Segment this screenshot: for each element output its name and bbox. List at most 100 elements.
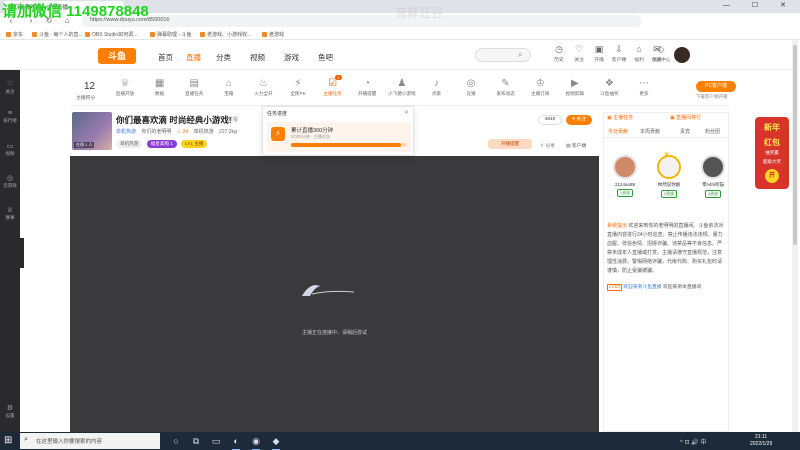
toolbar-item[interactable]: ▦ 数据 [145, 78, 175, 97]
toolbar-item[interactable]: ⚡ 全民PK [283, 78, 313, 97]
search-input[interactable] [475, 48, 531, 62]
toolbar-item-label: 直播开放 [115, 91, 135, 96]
sidebar-item-follow[interactable]: ♡ 关注 [0, 80, 20, 95]
taskbar-search-input[interactable]: 在这里输入你要搜索的内容 [20, 433, 160, 449]
welcome-message: LV10 欢迎来到斗鱼直播 欢迎来到本直播间 [607, 284, 702, 291]
tab-week[interactable]: 本周贡献 [640, 128, 660, 135]
toolbar-item[interactable]: ◔ 开播提醒 [352, 78, 382, 97]
tab-today[interactable]: 今日贡献 [608, 128, 628, 135]
music-icon: ♪ [433, 78, 439, 89]
douyu-app-icon[interactable]: ◆ [270, 435, 282, 450]
sidebar-item-ranking[interactable]: ≡ 排行榜 [0, 110, 20, 124]
popup-title: 任务进度 [267, 111, 288, 117]
nav-home[interactable]: 首页 [158, 52, 173, 63]
rank-item[interactable]: 2124ao88 1贵族 [610, 155, 640, 197]
follow-button[interactable]: ♥ 关注 [566, 115, 592, 125]
share-button[interactable]: ⇪ 分享 [540, 142, 555, 149]
toolbar-item[interactable]: ♨ 火力全开 [248, 78, 278, 97]
task-view-icon[interactable]: ⧉ [190, 435, 202, 447]
toolbar-item-label: 火力全开 [254, 91, 273, 96]
cortana-icon[interactable]: ○ [170, 435, 182, 447]
new-year-promo[interactable]: 新年 红包 抽奖赢 超级大奖 开 [755, 117, 789, 189]
pc-client-sub[interactable]: 下载客户端开播 [696, 94, 728, 100]
bookmark-item[interactable]: 老游戏、小游戏收... [200, 31, 251, 38]
file-explorer-icon[interactable]: ▭ [210, 435, 222, 447]
sidebar-item-video[interactable]: ▭ 视频 [0, 142, 20, 157]
clock[interactable]: 21:11 2022/1/29 [750, 434, 772, 448]
toolbar-item-label: 斗鱼抽奖 [600, 91, 619, 96]
nav-game[interactable]: 游戏 [284, 52, 299, 63]
toolbar-item-label: 发布动态 [496, 91, 515, 96]
task-card[interactable]: ⚡ 累计直播300分钟 0/300分钟 · 主播任务 [267, 122, 411, 152]
room-title: 你们最喜欢滴 时尚经典小游戏! [116, 115, 232, 125]
bookmark-item[interactable]: 老游戏 [262, 31, 284, 38]
anchor-task-badge[interactable]: ▣ 主播任务 [607, 114, 633, 121]
loading-spinner-icon [302, 285, 355, 296]
streamer-name[interactable]: 你们的老明明 [141, 129, 171, 135]
nav-video[interactable]: 视频 [250, 52, 265, 63]
edge-icon[interactable]: ◐ [230, 435, 242, 450]
rank-item[interactable]: 林然说你娘 2贵族 [654, 155, 684, 198]
reserve-button[interactable]: 开播提醒 [488, 139, 532, 149]
bookmark-item[interactable]: OBS Studio如何调... [85, 31, 137, 38]
toolbar-item[interactable]: ♪ 点歌 [421, 78, 451, 97]
toolbar-item[interactable]: ◎ 竞猜 [456, 78, 486, 97]
nav-live[interactable]: 直播 [186, 52, 201, 63]
bookmark-item[interactable]: 斗鱼 - 每个人的直... [32, 31, 83, 38]
trophy-icon: ♕ [120, 78, 130, 89]
room-rank-badge[interactable]: ▣ 直播间排行 [670, 114, 701, 121]
tag-fanclub[interactable]: 福星高照 1 [146, 140, 177, 148]
toolbar-item[interactable]: ♔ 主播订阅 [525, 78, 555, 97]
rank-item[interactable]: 零n4hi阿猫 3贵族 [698, 155, 728, 198]
douyu-logo[interactable]: 斗鱼 [98, 48, 136, 64]
game-icon: ♟ [397, 78, 407, 89]
task-progress-popup: 任务进度 ✕ ⚡ 累计直播300分钟 0/300分钟 · 主播任务 [262, 106, 414, 156]
tab-vip[interactable]: 贵宾 [680, 128, 690, 135]
history-icon[interactable]: ◷ 历史 [548, 44, 570, 63]
tag-level[interactable]: LV1 主播 [181, 140, 208, 148]
toolbar-item-label: 竞猜 [466, 91, 476, 96]
heart-icon[interactable]: ♡ 关注 [568, 44, 590, 63]
tag-category[interactable]: 单机热游 [116, 140, 143, 148]
diamond-icon[interactable]: ◇ 会员中心 [650, 44, 672, 63]
toolbar-item[interactable]: ♕ 直播开放 [110, 78, 140, 97]
toolbar-item[interactable]: ⌂ 宝箱 [214, 78, 244, 97]
obs-icon[interactable]: ◉ [250, 435, 262, 450]
live-icon[interactable]: ▣ 开播 [588, 44, 610, 63]
toolbar-item[interactable]: ▤ 直播任务 [179, 78, 209, 97]
pc-client-button[interactable]: PC客户端 [696, 81, 736, 92]
scrollbar-thumb[interactable] [793, 45, 797, 245]
avatar[interactable] [674, 47, 690, 63]
window-controls[interactable]: — ☐ ✕ [723, 1, 796, 9]
download-icon[interactable]: ⇩ 客户端 [608, 44, 630, 63]
nav-fishbar[interactable]: 鱼吧 [318, 52, 333, 63]
search-icon[interactable]: ⌕ [518, 50, 522, 60]
url-field[interactable]: https://www.douyu.com/8500016 [82, 15, 642, 27]
report-link[interactable]: 举报 [228, 116, 238, 123]
sidebar-item-events[interactable]: ♕ 赛事 [0, 206, 20, 221]
toolbar-item[interactable]: ❖ 斗鱼抽奖 [594, 78, 624, 97]
toolbar-item[interactable]: ✎ 发布动态 [491, 78, 521, 97]
sidebar-item-cloudgame[interactable]: ◎ 云游戏 [0, 174, 20, 189]
toolbar-item-label: 主播订阅 [530, 91, 550, 96]
toolbar-item-label: 数据 [154, 91, 165, 96]
streamer-avatar[interactable]: 在线 1 人 [72, 112, 112, 150]
open-button[interactable]: 开 [765, 169, 779, 183]
bookmark-item[interactable]: 弹幕助理 - 斗鱼 [150, 31, 191, 38]
windows-start-icon[interactable]: ⊞ [4, 435, 12, 447]
sidebar-collapse-handle[interactable] [20, 238, 24, 268]
toolbar-item[interactable]: ☑ 主播任务 1 [318, 75, 348, 97]
room-category[interactable]: 单机热游 [116, 129, 136, 135]
close-icon[interactable]: ✕ [404, 109, 409, 116]
sidebar-item-settings[interactable]: ⚙ 设置 [0, 404, 20, 419]
tab-fans[interactable]: 粉丝团 [705, 128, 720, 135]
nav-category[interactable]: 分类 [216, 52, 231, 63]
system-tray[interactable]: ^ ⊡ 🔊 中 [680, 437, 706, 446]
client-button[interactable]: ▤ 客户端 [566, 142, 586, 149]
toolbar-item[interactable]: ♟ 小飞猪小游戏 [387, 78, 417, 97]
task-icon: ☑ [328, 78, 338, 89]
bookmark-item[interactable]: 京东 [6, 31, 23, 38]
toolbar-item[interactable]: ▶ 视频剪辑 [560, 78, 590, 97]
toolbar-item-label: 宝箱 [224, 91, 234, 96]
toolbar-item[interactable]: ⋯ 更多 [629, 78, 659, 97]
